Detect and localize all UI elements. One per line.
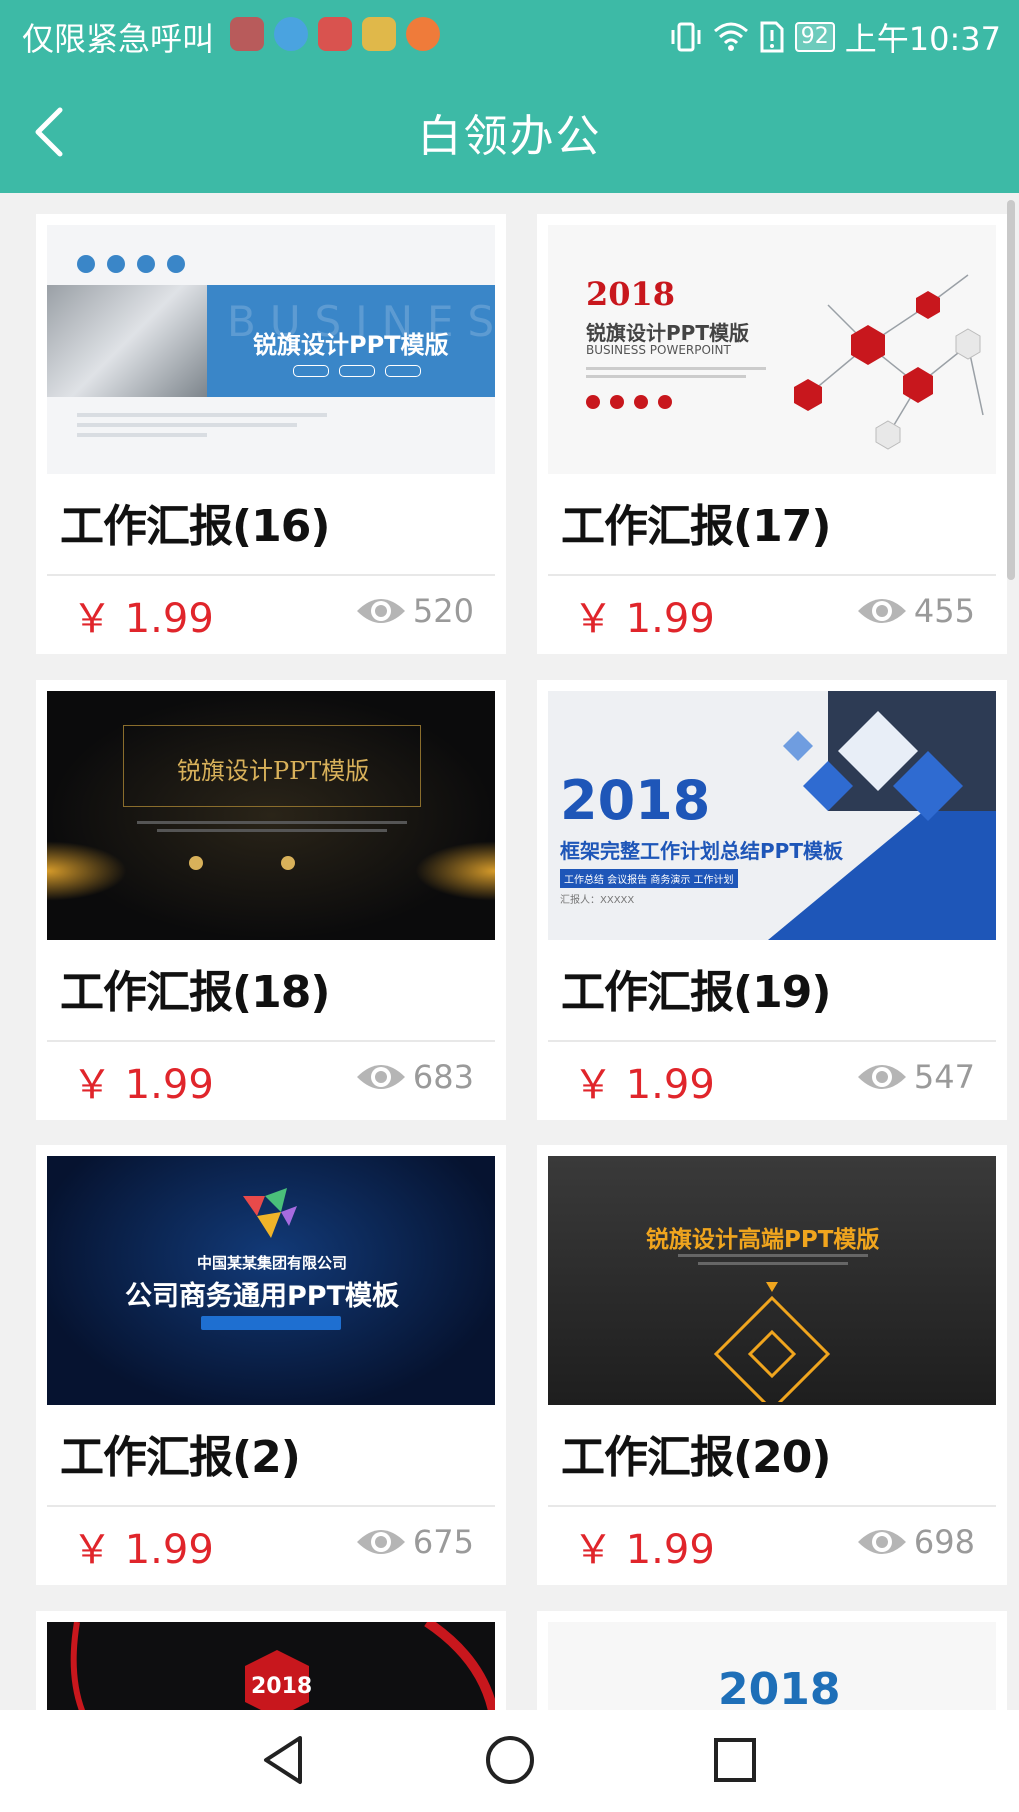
template-title: 工作汇报(17) <box>561 501 831 552</box>
price-label: ￥ 1.99 <box>573 596 715 642</box>
thumbnail-year: 2018 <box>560 769 711 832</box>
eye-icon <box>857 599 906 623</box>
template-thumbnail: 2018 <box>47 1622 495 1710</box>
app-notification-icon <box>230 17 264 51</box>
card-divider <box>548 1040 996 1042</box>
template-card[interactable]: 2018 <box>537 1611 1007 1710</box>
view-count: 675 <box>355 1523 474 1561</box>
template-title: 工作汇报(19) <box>561 967 831 1018</box>
system-nav-bar <box>0 1710 1019 1812</box>
card-divider <box>47 1040 495 1042</box>
view-count-value: 683 <box>412 1058 474 1096</box>
eye-icon <box>857 1530 906 1554</box>
card-divider <box>47 574 495 576</box>
template-thumbnail: 锐旗设计高端PPT模版 <box>548 1156 996 1405</box>
thumbnail-year: 2018 <box>251 1674 313 1699</box>
thumbnail-title: 锐旗设计PPT模版 <box>586 321 749 345</box>
template-card[interactable]: 锐旗设计高端PPT模版 工作汇报(20) ￥ 1.99 698 <box>537 1145 1007 1585</box>
template-title: 工作汇报(20) <box>561 1432 831 1483</box>
template-thumbnail: 锐旗设计PPT模版 <box>47 691 495 940</box>
thumbnail-title: 框架完整工作计划总结PPT模板 <box>560 839 843 863</box>
nav-recents-icon[interactable] <box>712 1734 758 1786</box>
status-right: 92 上午10:37 <box>669 14 1001 60</box>
browser-notification-icon <box>274 17 308 51</box>
battery-indicator: 92 <box>794 22 835 52</box>
status-bar: 仅限紧急呼叫 92 上午10:37 <box>0 0 1019 70</box>
price-label: ￥ 1.99 <box>72 596 214 642</box>
sim-alert-icon <box>760 21 784 53</box>
template-title: 工作汇报(2) <box>60 1432 301 1483</box>
template-card[interactable]: 2018 <box>36 1611 506 1710</box>
nav-home-icon[interactable] <box>484 1734 536 1786</box>
eye-icon <box>857 1065 906 1089</box>
template-title: 工作汇报(16) <box>60 501 330 552</box>
view-count-value: 455 <box>913 592 975 630</box>
thumbnail-title: 锐旗设计PPT模版 <box>177 757 370 785</box>
price-label: ￥ 1.99 <box>72 1527 214 1573</box>
wifi-icon <box>713 22 748 51</box>
thumbnail-tags: 工作总结 会议报告 商务演示 工作计划 <box>560 869 738 888</box>
template-thumbnail: 2018 锐旗设计PPT模版 BUSINESS POWERPOINT <box>548 225 996 474</box>
vibrate-icon <box>671 22 701 52</box>
video-notification-icon <box>406 17 440 51</box>
view-count-value: 675 <box>412 1523 474 1561</box>
template-thumbnail: BUSINESS 锐旗设计PPT模版 <box>47 225 495 474</box>
template-thumbnail: 2018 框架完整工作计划总结PPT模板 工作总结 会议报告 商务演示 工作计划… <box>548 691 996 940</box>
view-count: 547 <box>856 1058 975 1096</box>
card-divider <box>548 1505 996 1507</box>
price-label: ￥ 1.99 <box>573 1062 715 1108</box>
price-label: ￥ 1.99 <box>72 1062 214 1108</box>
page-title: 白领办公 <box>417 111 602 162</box>
thumbnail-reporter: 汇报人：XXXXX <box>560 895 635 906</box>
view-count-value: 547 <box>913 1058 975 1096</box>
card-divider <box>47 1505 495 1507</box>
view-count: 520 <box>355 592 474 630</box>
eye-icon <box>356 1065 405 1089</box>
eye-icon <box>356 1530 405 1554</box>
nav-back-icon[interactable] <box>260 1734 310 1786</box>
view-count-value: 698 <box>913 1523 975 1561</box>
notification-icons <box>230 17 440 51</box>
eye-icon <box>356 599 405 623</box>
view-count: 455 <box>856 592 975 630</box>
thumbnail-title: 公司商务通用PPT模板 <box>125 1281 399 1312</box>
thumbnail-subtitle: BUSINESS POWERPOINT <box>586 343 731 357</box>
template-card[interactable]: BUSINESS 锐旗设计PPT模版 工作汇报(16) ￥ 1.99 520 <box>36 214 506 654</box>
template-card[interactable]: 锐旗设计PPT模版 工作汇报(18) ￥ 1.99 683 <box>36 680 506 1120</box>
template-card[interactable]: 2018 锐旗设计PPT模版 BUSINESS POWERPOINT 工作汇报(… <box>537 214 1007 654</box>
app-header: 仅限紧急呼叫 92 上午10:37 白领办公 <box>0 0 1019 193</box>
template-grid: BUSINESS 锐旗设计PPT模版 工作汇报(16) ￥ 1.99 520 <box>0 193 1019 1710</box>
thumbnail-company: 中国某某集团有限公司 <box>197 1254 348 1272</box>
template-thumbnail: 2018 <box>548 1622 996 1710</box>
template-thumbnail: 中国某某集团有限公司 公司商务通用PPT模板 <box>47 1156 495 1405</box>
template-title: 工作汇报(18) <box>60 967 330 1018</box>
clock: 上午10:37 <box>844 20 1001 58</box>
view-count-value: 520 <box>412 592 474 630</box>
view-count: 698 <box>856 1523 975 1561</box>
thumbnail-year: 2018 <box>718 1664 841 1710</box>
thumbnail-banner: 锐旗设计PPT模版 <box>253 331 449 359</box>
huawei-notification-icon <box>318 17 352 51</box>
template-card[interactable]: 中国某某集团有限公司 公司商务通用PPT模板 工作汇报(2) ￥ 1.99 67… <box>36 1145 506 1585</box>
wallet-notification-icon <box>362 17 396 51</box>
thumbnail-title: 锐旗设计高端PPT模版 <box>646 1227 880 1253</box>
price-label: ￥ 1.99 <box>573 1527 715 1573</box>
view-count: 683 <box>355 1058 474 1096</box>
template-card[interactable]: 2018 框架完整工作计划总结PPT模板 工作总结 会议报告 商务演示 工作计划… <box>537 680 1007 1120</box>
carrier-text: 仅限紧急呼叫 <box>22 20 215 58</box>
thumbnail-year: 2018 <box>586 275 676 313</box>
card-divider <box>548 574 996 576</box>
